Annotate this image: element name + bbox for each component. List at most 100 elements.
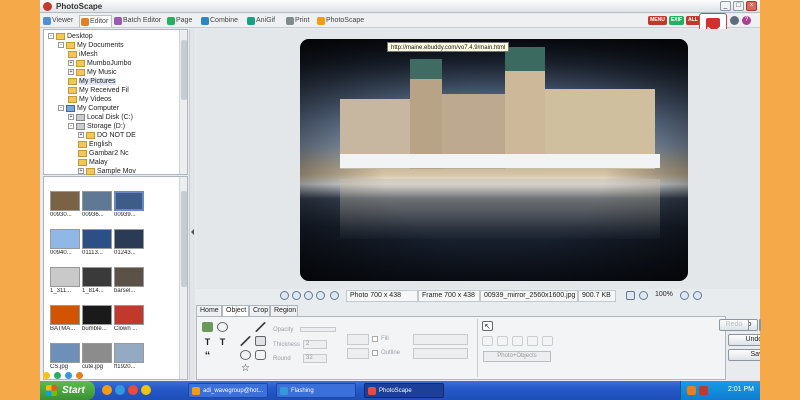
tab-editor[interactable]: Editor [79, 15, 112, 27]
refresh-icon[interactable] [64, 372, 72, 379]
tab-print[interactable]: Print [285, 15, 315, 27]
flip-icon[interactable] [304, 291, 313, 300]
tab-combine[interactable]: Combine [200, 15, 245, 27]
tray-app-icon[interactable] [687, 386, 696, 395]
menu-button[interactable]: MENU [648, 16, 667, 25]
thumbnail-item[interactable]: 1_311... [50, 267, 80, 295]
magic-wand-icon[interactable] [240, 322, 251, 332]
panel-splitter[interactable] [189, 29, 195, 380]
save-button[interactable]: Save [728, 349, 760, 361]
start-button[interactable]: Start [40, 381, 95, 400]
tab-page[interactable]: Page [166, 15, 198, 27]
settings-icon[interactable] [730, 16, 739, 25]
tab-home[interactable]: Home [196, 305, 222, 316]
tab-photoscape[interactable]: PhotoScape [316, 15, 370, 27]
thumbnail-item[interactable]: barsel... [114, 267, 144, 295]
actual-size-icon[interactable] [626, 291, 635, 300]
all-button[interactable]: ALL [686, 16, 700, 25]
balloon-icon[interactable] [217, 322, 228, 332]
round-input[interactable]: 32 [303, 354, 327, 363]
expand-icon[interactable]: + [78, 132, 84, 139]
thumbnail-item[interactable]: CS.jpg [50, 343, 80, 371]
zoom-in-icon[interactable] [680, 291, 689, 300]
outline-checkbox[interactable] [372, 350, 378, 356]
tab-region[interactable]: Region [270, 305, 298, 316]
thumbnail-item[interactable]: 00940... [50, 229, 80, 257]
tab-object[interactable]: Object [222, 305, 249, 316]
exif-button[interactable]: EXIF [669, 16, 684, 25]
rotate-icon[interactable] [316, 291, 325, 300]
expand-icon[interactable]: + [78, 168, 84, 175]
thumbnail-item[interactable]: 01243... [114, 229, 144, 257]
firefox-icon[interactable] [102, 385, 112, 395]
thumbnail-item[interactable]: Clown ... [114, 305, 144, 333]
expand-icon[interactable]: + [68, 60, 74, 67]
rotate-right-icon[interactable] [292, 291, 301, 300]
ellipse-icon[interactable] [240, 350, 251, 360]
star-icon[interactable]: ☆ [240, 364, 251, 374]
expand-icon[interactable]: + [68, 114, 74, 121]
zoom-fit-icon[interactable] [330, 291, 339, 300]
redo-button[interactable]: Redo [719, 319, 749, 331]
add-folder-icon[interactable] [53, 372, 61, 379]
align-icon[interactable] [527, 336, 538, 346]
collapse-icon[interactable]: - [58, 42, 64, 49]
view-mode-icon[interactable] [75, 372, 83, 379]
media-icon[interactable] [128, 385, 138, 395]
outline-style-select[interactable] [413, 348, 468, 359]
favorite-icon[interactable] [43, 372, 50, 379]
folder-tree[interactable]: - Desktop - My Documents iMesh + MumboJumbo + My… [43, 29, 188, 175]
polygon-icon[interactable] [255, 350, 266, 360]
task-flashing[interactable]: Flashing [276, 383, 356, 398]
send-back-icon[interactable] [512, 336, 523, 346]
thickness-input[interactable]: 2 [303, 340, 327, 349]
maximize-button[interactable]: □ [733, 1, 744, 11]
quote-icon[interactable]: “ [202, 351, 213, 362]
fit-window-icon[interactable] [639, 291, 648, 300]
edited-photo[interactable] [300, 39, 688, 281]
thumbnail-item[interactable]: 01113... [82, 229, 112, 257]
collapse-icon[interactable]: - [58, 105, 64, 112]
fill-color-picker[interactable] [347, 334, 369, 345]
select-pointer-icon[interactable]: ↖ [482, 321, 493, 331]
text-stamp-icon[interactable]: T [217, 337, 228, 347]
thumbnail-scrollbar[interactable] [179, 177, 187, 379]
minimize-button[interactable]: _ [720, 1, 731, 11]
undo-all-button[interactable]: Undo All [728, 334, 760, 346]
thumbnail-item[interactable]: 00936... [82, 191, 112, 219]
close-button[interactable]: × [746, 1, 757, 11]
ie-icon[interactable] [115, 385, 125, 395]
text-icon[interactable]: T [202, 337, 213, 347]
collapse-arrow-icon[interactable] [191, 229, 194, 235]
collapse-icon[interactable]: - [48, 33, 54, 40]
thumbnail-item[interactable]: 1_814... [82, 267, 112, 295]
delete-object-icon[interactable] [482, 336, 493, 346]
rotate-left-icon[interactable] [280, 291, 289, 300]
task-ebuddy[interactable]: adi_wavegroup@hot... [188, 383, 268, 398]
photo-object-icon[interactable] [202, 322, 213, 332]
tray-security-icon[interactable] [699, 386, 708, 395]
task-photoscape[interactable]: PhotoScape [364, 383, 444, 398]
thumbnail-item[interactable]: cute.jpg [82, 343, 112, 371]
zoom-out-icon[interactable] [693, 291, 702, 300]
collapse-icon[interactable]: - [68, 123, 74, 130]
outline-color-picker[interactable] [347, 348, 369, 359]
photo-objects-button[interactable]: Photo+Objects [483, 351, 551, 362]
thumbnail-item[interactable]: bumble... [82, 305, 112, 333]
help-icon[interactable]: ? [742, 16, 751, 25]
fill-style-select[interactable] [413, 334, 468, 345]
tab-batch-editor[interactable]: Batch Editor [113, 15, 165, 27]
tab-crop[interactable]: Crop [249, 305, 270, 316]
folder-icon[interactable] [141, 385, 151, 395]
tab-viewer[interactable]: Viewer [42, 15, 78, 27]
thumbnail-item[interactable]: 00939... [114, 191, 144, 219]
thumbnail-item[interactable]: ff1920... [114, 343, 144, 371]
rectangle-icon[interactable] [255, 336, 266, 346]
bring-front-icon[interactable] [497, 336, 508, 346]
thumbnail-browser[interactable]: 00930... 00936... 00939... 00940... 01113...… [43, 176, 188, 380]
opacity-slider[interactable] [300, 327, 336, 332]
expand-icon[interactable]: + [68, 69, 74, 76]
arrow-line-icon[interactable] [240, 336, 251, 346]
folder-tree-scrollbar[interactable] [179, 30, 187, 174]
thumbnail-item[interactable]: 00930... [50, 191, 80, 219]
